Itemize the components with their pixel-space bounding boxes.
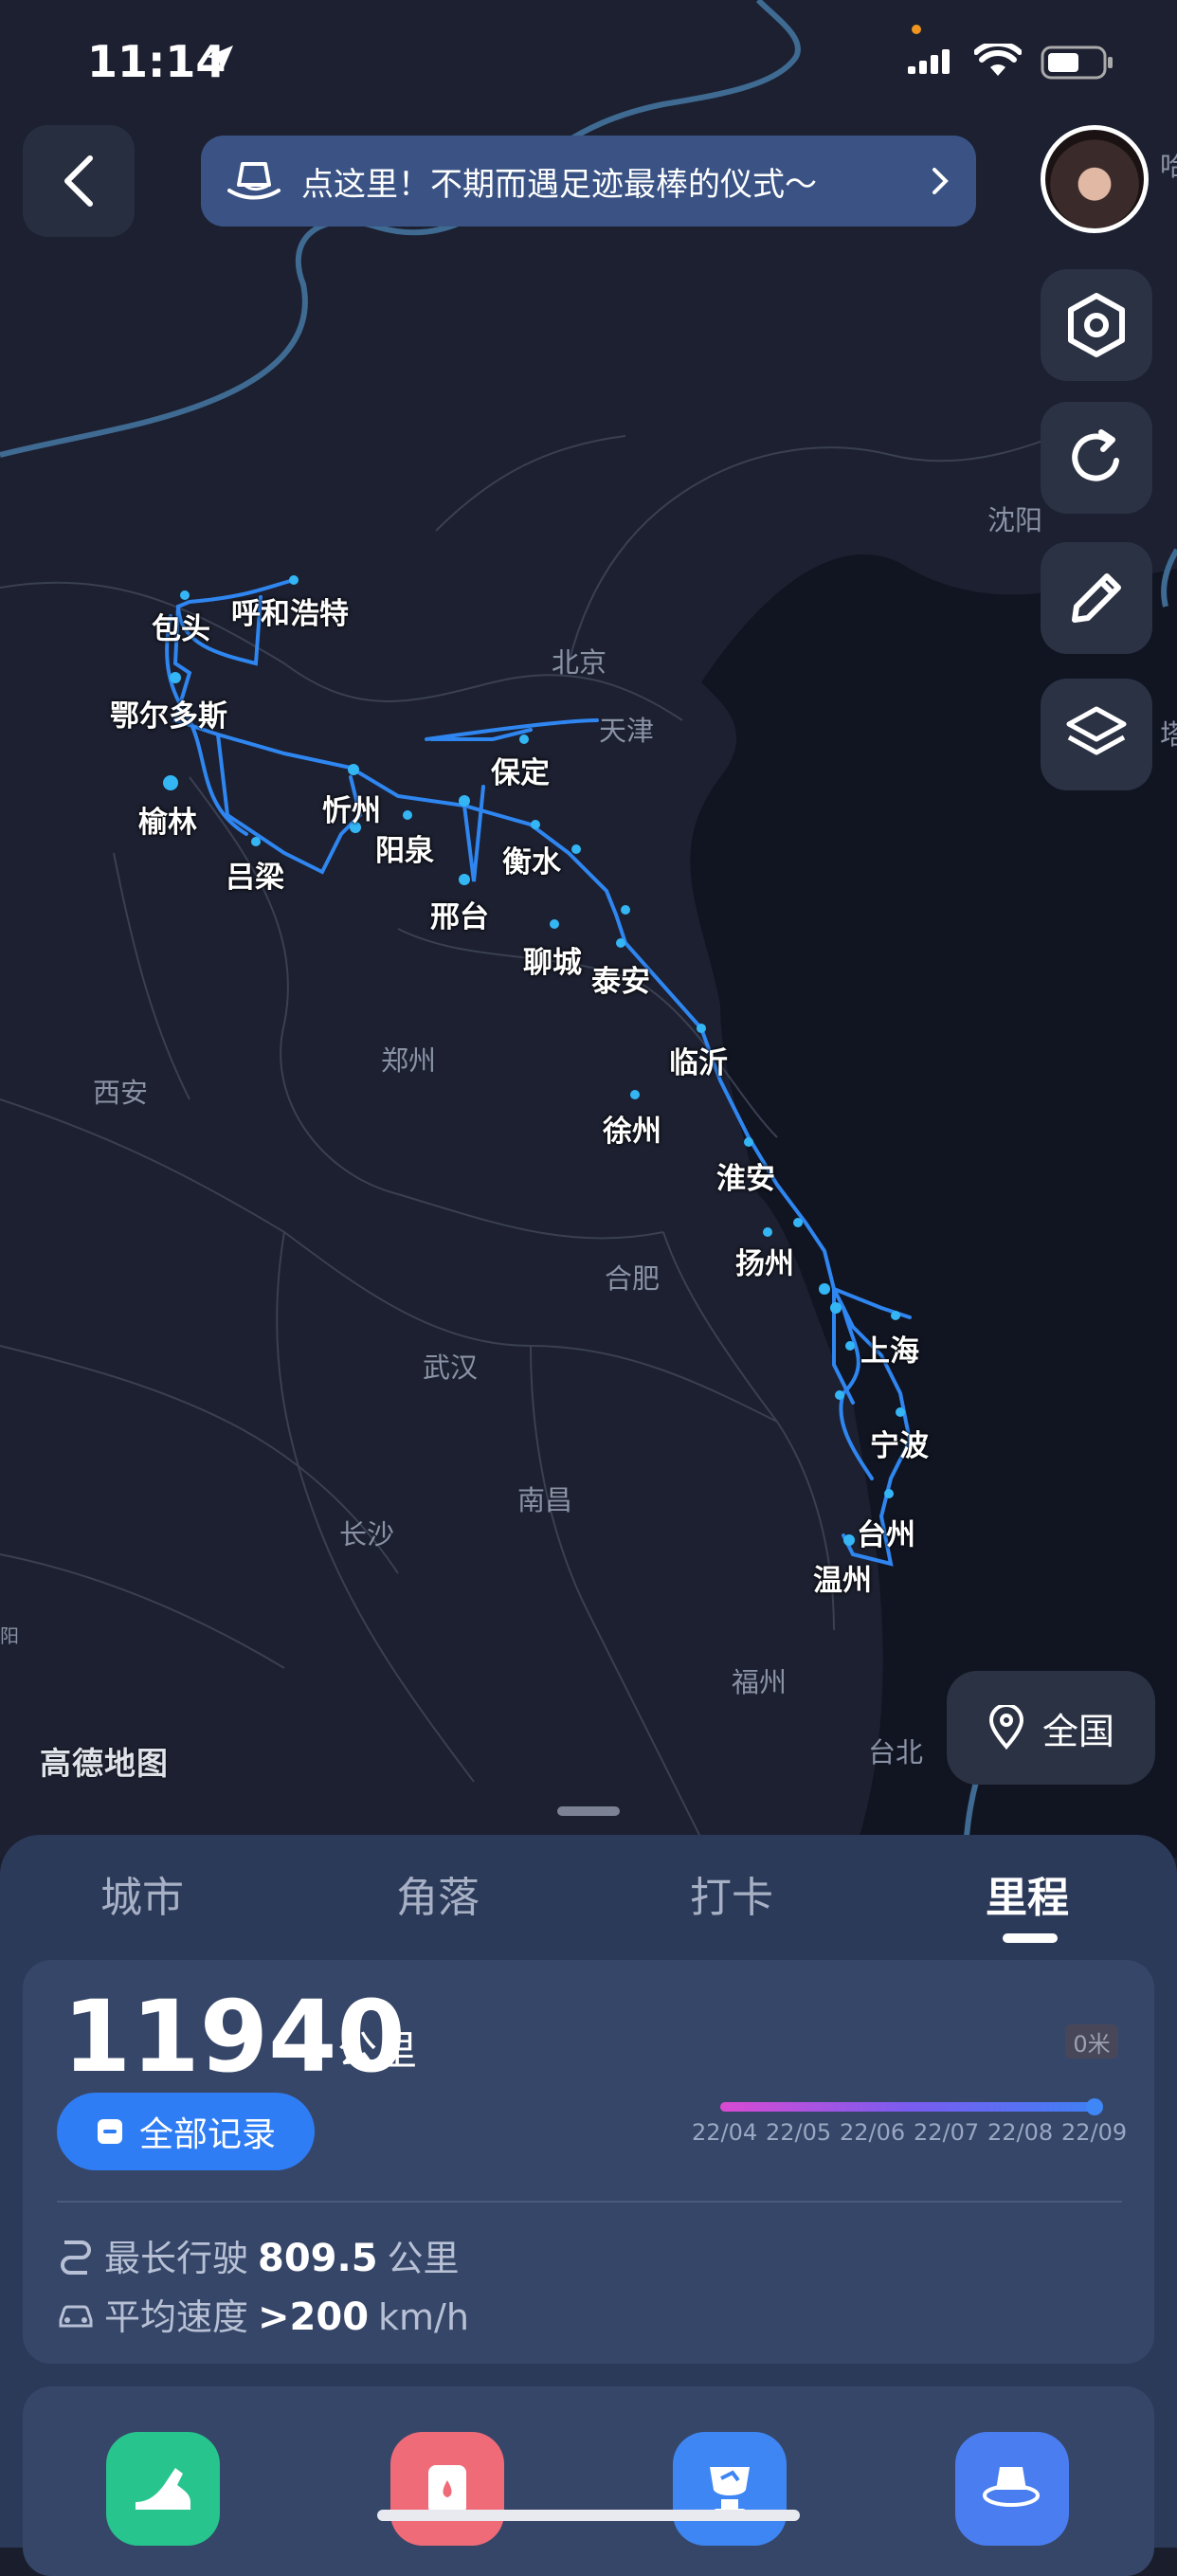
city-label: 武汉	[423, 1351, 479, 1384]
city-label: 阳泉	[375, 834, 434, 868]
avatar[interactable]	[1041, 125, 1149, 233]
location-arrow-icon	[207, 45, 233, 72]
planet-icon	[983, 2467, 1040, 2507]
all-records-button[interactable]: 全部记录	[57, 2093, 315, 2170]
longest-label: 最长行驶	[104, 2238, 249, 2279]
city-label: 北京	[552, 646, 607, 679]
promo-banner[interactable]: 点这里！不期而遇足迹最棒的仪式～	[201, 136, 976, 227]
city-label: 呼和浩特	[231, 597, 349, 631]
city-label: 保定	[491, 756, 550, 790]
month-label: 22/07	[914, 2119, 980, 2146]
document-icon	[97, 2119, 122, 2144]
edge-label: 阳	[0, 1624, 19, 1647]
longest-drive-stat: 最长行驶 809.5 公里	[57, 2229, 460, 2281]
map-canvas	[0, 0, 1177, 1858]
home-indicator[interactable]	[377, 2510, 800, 2521]
speed-unit: km/h	[378, 2296, 469, 2338]
timeline-handle[interactable]	[1086, 2098, 1103, 2115]
hat-icon	[227, 162, 281, 200]
city-label: 宁波	[870, 1429, 929, 1463]
city-label: 郑州	[381, 1044, 437, 1077]
city-label: 长沙	[339, 1518, 395, 1551]
edge-label: 哈	[1160, 150, 1177, 182]
speed-label: 平均速度	[104, 2296, 249, 2338]
city-label: 上海	[860, 1334, 919, 1369]
status-bar: 11:14	[0, 0, 1177, 123]
city-label: 福州	[732, 1666, 788, 1698]
city-label: 台州	[857, 1518, 915, 1552]
settings-button[interactable]	[1041, 269, 1152, 381]
city-label: 榆林	[138, 806, 197, 840]
banner-text: 点这里！不期而遇足迹最棒的仪式～	[301, 165, 817, 204]
edge-label: 塔	[1160, 718, 1177, 751]
signal-icon	[908, 49, 950, 74]
tab-corner[interactable]: 角落	[396, 1863, 480, 1924]
battery-icon	[1041, 45, 1113, 80]
edit-button[interactable]	[1041, 542, 1152, 654]
city-label: 台北	[868, 1736, 924, 1769]
month-label: 22/05	[766, 2119, 832, 2146]
refresh-icon	[1072, 429, 1119, 481]
app-shoe[interactable]	[106, 2432, 220, 2546]
wifi-icon	[974, 44, 1022, 76]
all-records-label: 全部记录	[138, 2115, 276, 2154]
tab-bar: 城市 角落 打卡 里程	[0, 1863, 1177, 1939]
privacy-dot	[912, 25, 921, 34]
city-label: 衡水	[502, 845, 561, 880]
city-label: 温州	[813, 1564, 872, 1598]
city-label: 临沂	[669, 1046, 728, 1080]
city-label: 鄂尔多斯	[110, 699, 227, 734]
city-label: 吕梁	[226, 861, 284, 895]
nation-button[interactable]: 全国	[947, 1671, 1155, 1785]
city-label: 包头	[152, 612, 210, 646]
divider	[57, 2201, 1122, 2203]
chevron-right-icon	[933, 168, 949, 194]
map-logo: 高德地图	[40, 1745, 169, 1782]
mileage-unit: 公里	[337, 2027, 418, 2074]
route-icon	[61, 2240, 91, 2275]
timeline-bar[interactable]	[720, 2102, 1096, 2112]
nation-label: 全国	[1041, 1710, 1114, 1752]
longest-value: 809.5	[258, 2237, 378, 2280]
shoe-icon	[136, 2468, 190, 2510]
app-trophy[interactable]	[673, 2432, 787, 2546]
app-fuel[interactable]	[390, 2432, 504, 2546]
city-label: 合肥	[605, 1262, 661, 1295]
city-label: 邢台	[430, 900, 489, 934]
refresh-button[interactable]	[1041, 402, 1152, 514]
car-icon	[59, 2304, 93, 2327]
month-label: 22/09	[1061, 2119, 1128, 2146]
chevron-left-icon	[64, 155, 93, 207]
layers-icon	[1066, 706, 1127, 755]
average-speed-stat: 平均速度 >200 km/h	[57, 2288, 469, 2340]
city-label: 聊城	[523, 946, 582, 980]
tab-checkin[interactable]: 打卡	[690, 1863, 773, 1924]
app-planet[interactable]	[955, 2432, 1069, 2546]
month-label: 22/08	[987, 2119, 1054, 2146]
tab-underline	[1003, 1933, 1058, 1943]
longest-unit: 公里	[387, 2238, 460, 2279]
pencil-icon	[1072, 573, 1121, 623]
speed-value: >200	[258, 2295, 370, 2339]
tab-city[interactable]: 城市	[100, 1863, 184, 1924]
month-label: 22/04	[692, 2119, 758, 2146]
hexagon-gear-icon	[1068, 293, 1125, 357]
location-pin-icon	[988, 1705, 1023, 1751]
drag-handle[interactable]	[557, 1806, 620, 1816]
map-view[interactable]: 包头 呼和浩特 鄂尔多斯 榆林 忻州 吕梁 阳泉 保定 衡水 邢台 聊城 泰安 …	[0, 0, 1177, 1858]
city-label: 沈阳	[987, 504, 1043, 536]
city-label: 淮安	[716, 1162, 775, 1196]
zero-badge: 0米	[1065, 2024, 1118, 2059]
city-label: 徐州	[603, 1115, 661, 1149]
city-label: 南昌	[517, 1484, 573, 1516]
city-label: 天津	[599, 715, 655, 747]
city-label: 扬州	[735, 1247, 794, 1281]
back-button[interactable]	[23, 125, 135, 237]
city-label: 西安	[93, 1077, 149, 1109]
layers-button[interactable]	[1041, 679, 1152, 790]
city-label: 泰安	[591, 965, 650, 999]
month-label: 22/06	[840, 2119, 906, 2146]
city-label: 忻州	[322, 794, 381, 828]
tab-mileage[interactable]: 里程	[986, 1863, 1069, 1924]
